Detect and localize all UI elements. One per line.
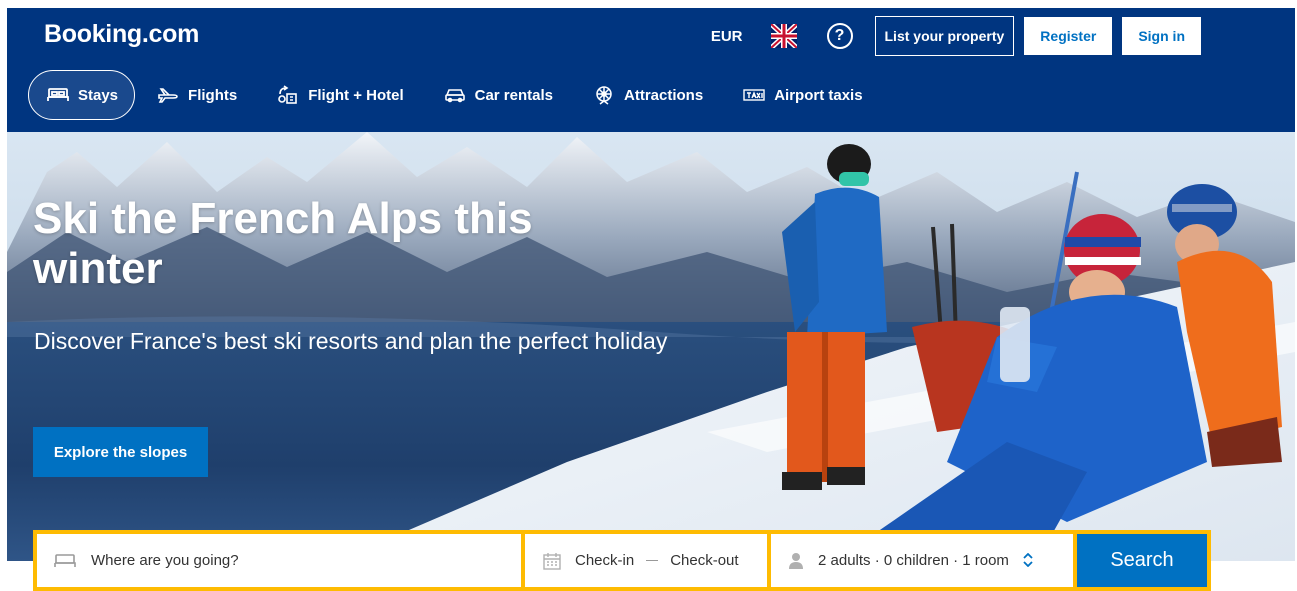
nav-item-flights[interactable]: Flights xyxy=(139,70,255,120)
bed-icon xyxy=(54,553,76,567)
product-nav: Stays Flights Flight + Hotel Car rentals… xyxy=(28,70,885,120)
date-separator xyxy=(646,560,659,561)
nav-item-airport-taxis[interactable]: Airport taxis xyxy=(725,70,880,120)
plane-icon xyxy=(158,88,178,103)
language-flag-icon[interactable] xyxy=(770,24,797,48)
date-field[interactable]: Check-in Check-out xyxy=(525,534,767,587)
nav-item-attractions[interactable]: Attractions xyxy=(575,70,721,120)
sign-in-button[interactable]: Sign in xyxy=(1122,17,1201,55)
taxi-icon xyxy=(743,89,765,101)
hero-title: Ski the French Alps this winter xyxy=(33,194,533,293)
nav-item-label: Stays xyxy=(78,86,119,104)
nav-item-label: Car rentals xyxy=(474,86,553,104)
destination-field[interactable]: Where are you going? xyxy=(37,534,521,587)
bed-icon xyxy=(47,88,69,101)
chevron-updown-icon xyxy=(1023,552,1033,569)
search-button[interactable]: Search xyxy=(1077,534,1207,587)
logo[interactable]: Booking.com xyxy=(44,20,199,49)
register-button[interactable]: Register xyxy=(1024,17,1113,55)
search-bar: Where are you going? Check-in Check-out … xyxy=(33,530,1211,591)
currency-selector[interactable]: EUR xyxy=(711,28,743,45)
car-icon xyxy=(444,89,465,103)
attractions-icon xyxy=(596,86,612,105)
nav-item-stays[interactable]: Stays xyxy=(28,70,136,120)
nav-item-flight-hotel[interactable]: Flight + Hotel xyxy=(259,70,421,120)
guests-field[interactable]: 2 adults · 0 children · 1 room xyxy=(771,534,1073,587)
header: Booking.com EUR ? List your property Reg… xyxy=(7,8,1295,132)
check-in-field[interactable]: Check-in xyxy=(575,552,634,569)
nav-item-label: Flight + Hotel xyxy=(308,86,404,104)
nav-item-label: Airport taxis xyxy=(774,86,863,104)
page: Booking.com EUR ? List your property Reg… xyxy=(0,0,1297,591)
person-icon xyxy=(789,552,803,569)
help-icon[interactable]: ? xyxy=(826,23,853,49)
hero-banner: Ski the French Alps this winter Discover… xyxy=(7,132,1295,561)
list-property-button[interactable]: List your property xyxy=(874,16,1015,56)
guests-summary: 2 adults · 0 children · 1 room xyxy=(818,552,1009,569)
explore-slopes-button[interactable]: Explore the slopes xyxy=(33,427,208,477)
destination-placeholder: Where are you going? xyxy=(91,552,239,569)
calendar-icon xyxy=(543,552,561,570)
nav-item-car-rentals[interactable]: Car rentals xyxy=(426,70,571,120)
check-out-field[interactable]: Check-out xyxy=(670,552,738,569)
hero-subtitle: Discover France's best ski resorts and p… xyxy=(34,328,668,354)
plane-hotel-icon xyxy=(278,85,298,104)
nav-item-label: Flights xyxy=(188,86,238,104)
header-actions: EUR ? List your property Register Sign i… xyxy=(711,16,1201,56)
nav-item-label: Attractions xyxy=(624,86,704,104)
